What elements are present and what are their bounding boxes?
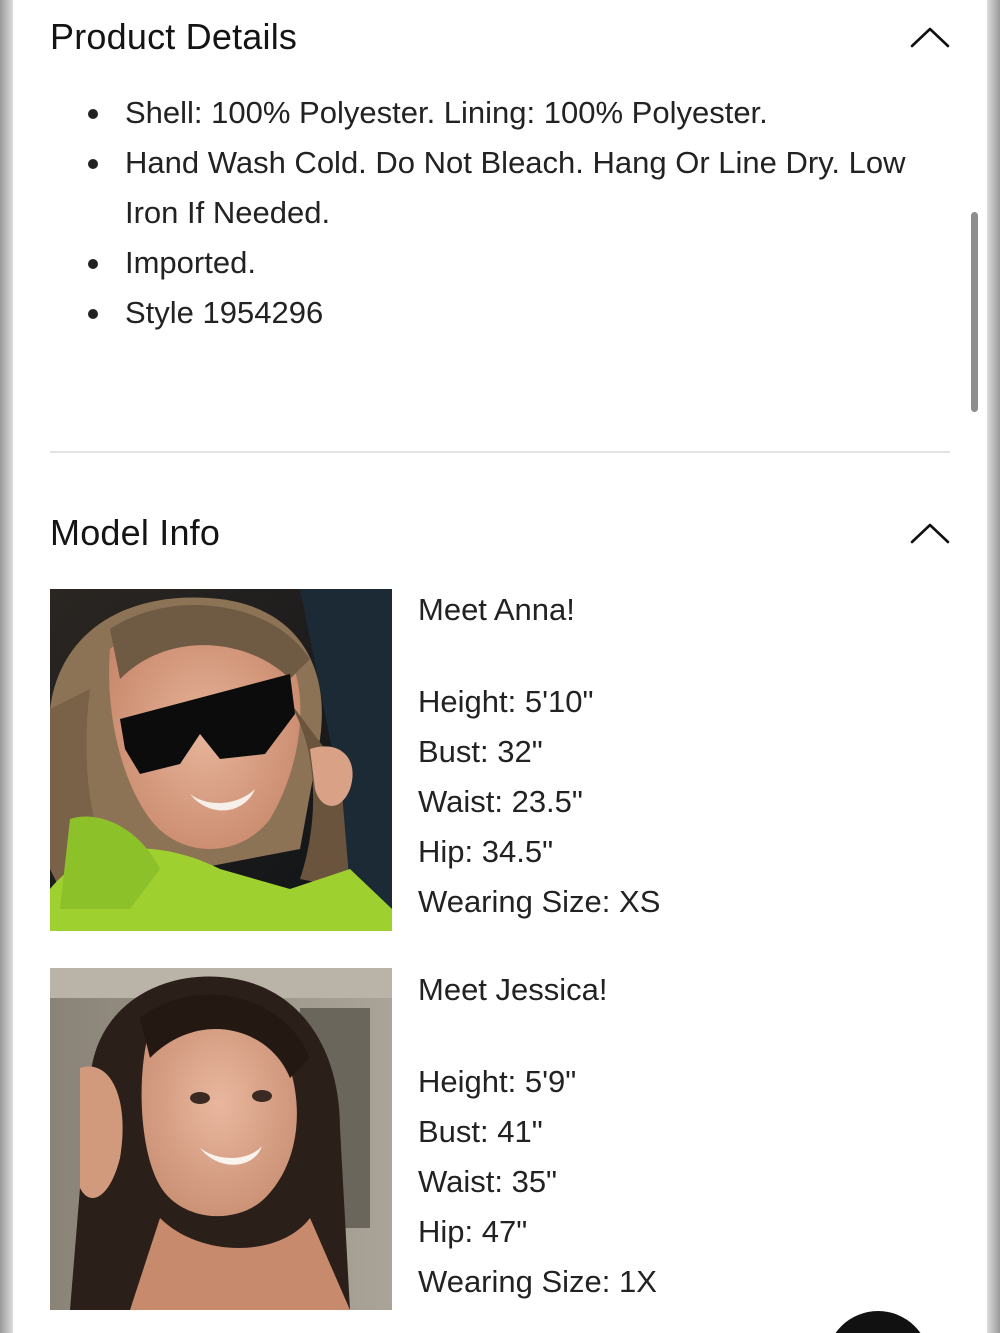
bullet-icon — [88, 109, 98, 119]
product-details-list: Shell: 100% Polyester. Lining: 100% Poly… — [88, 88, 948, 338]
model-greeting: Meet Jessica! — [418, 972, 608, 1007]
model-hip: Hip: 47" — [418, 1214, 528, 1249]
model-waist: Waist: 23.5" — [418, 784, 583, 819]
model-info-title: Model Info — [50, 512, 221, 553]
list-item: Shell: 100% Polyester. Lining: 100% Poly… — [88, 88, 948, 138]
bullet-icon — [88, 259, 98, 269]
model-hip: Hip: 34.5" — [418, 834, 554, 869]
model-wearing-size: Wearing Size: XS — [418, 884, 661, 919]
product-details-title: Product Details — [50, 16, 298, 57]
product-details-header[interactable]: Product Details — [50, 12, 950, 62]
model-greeting: Meet Anna! — [418, 592, 575, 627]
right-edge — [987, 0, 1000, 1333]
bullet-icon — [88, 159, 98, 169]
list-item: Hand Wash Cold. Do Not Bleach. Hang Or L… — [88, 138, 948, 238]
model-waist: Waist: 35" — [418, 1164, 558, 1199]
detail-text: Shell: 100% Polyester. Lining: 100% Poly… — [125, 95, 768, 130]
detail-text: Hand Wash Cold. Do Not Bleach. Hang Or L… — [125, 145, 906, 230]
model-photo-jessica — [50, 968, 392, 1310]
list-item: Imported. — [88, 238, 948, 288]
model-info-jessica: Meet Jessica! Height: 5'9" Bust: 41" Wai… — [418, 970, 958, 1307]
left-edge — [0, 0, 13, 1333]
page: Product Details Shell: 100% Polyester. L… — [0, 0, 1000, 1333]
bullet-icon — [88, 309, 98, 319]
model-wearing-size: Wearing Size: 1X — [418, 1264, 657, 1299]
floating-action-button[interactable] — [826, 1311, 930, 1333]
detail-text: Imported. — [125, 245, 256, 280]
section-divider — [50, 451, 950, 453]
model-info-anna: Meet Anna! Height: 5'10" Bust: 32" Waist… — [418, 590, 958, 927]
model-photo-anna — [50, 589, 392, 931]
model-height: Height: 5'10" — [418, 684, 594, 719]
model-info-header[interactable]: Model Info — [50, 508, 950, 558]
model-bust: Bust: 32" — [418, 734, 543, 769]
scrollbar[interactable] — [971, 212, 978, 412]
model-height: Height: 5'9" — [418, 1064, 577, 1099]
model-bust: Bust: 41" — [418, 1114, 543, 1149]
list-item: Style 1954296 — [88, 288, 948, 338]
chevron-up-icon[interactable] — [910, 518, 950, 548]
chevron-up-icon[interactable] — [910, 22, 950, 52]
detail-text: Style 1954296 — [125, 295, 324, 330]
